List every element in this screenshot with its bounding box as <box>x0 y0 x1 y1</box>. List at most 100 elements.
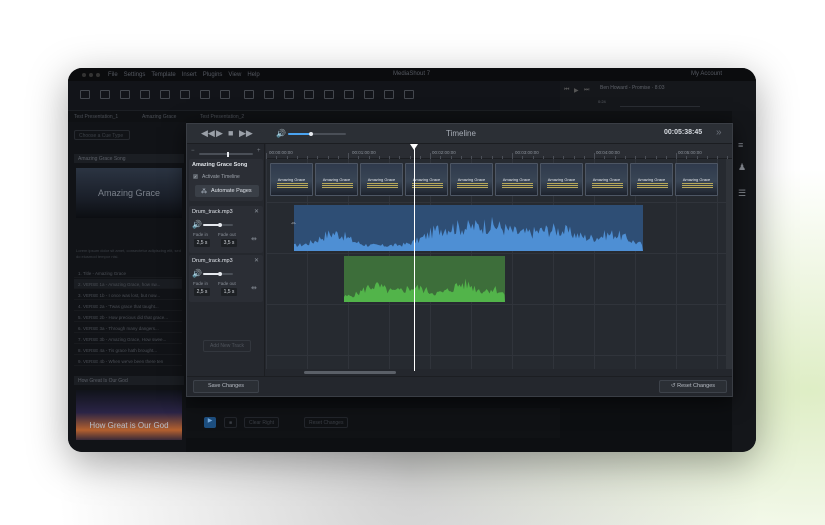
track-volume-icon[interactable]: 🔊 <box>192 269 202 278</box>
slide-thumbnail[interactable]: Amazing Grace <box>450 163 493 196</box>
person-icon[interactable]: ♟ <box>738 162 748 172</box>
track-volume-icon[interactable]: 🔊 <box>192 220 202 229</box>
song-header[interactable]: Amazing Grace Song <box>74 154 184 163</box>
layout-6-icon[interactable] <box>344 90 354 99</box>
layout-5-icon[interactable] <box>324 90 334 99</box>
slide-lyric-line <box>637 183 668 184</box>
layout-2-icon[interactable] <box>264 90 274 99</box>
bottom-reset-button[interactable]: Reset Changes <box>304 417 349 428</box>
slide-thumbnail[interactable]: Amazing Grace <box>315 163 358 196</box>
next-icon[interactable]: ⏭ <box>584 87 589 94</box>
remove-track-icon[interactable]: ✕ <box>254 257 259 264</box>
player-progress[interactable] <box>620 106 700 107</box>
reset-changes-button[interactable]: ↺ Reset Changes <box>659 380 727 393</box>
playhead-handle[interactable] <box>410 144 418 150</box>
master-volume-knob[interactable] <box>309 132 314 136</box>
stop-icon[interactable]: ■ <box>228 128 233 138</box>
save-changes-button[interactable]: Save Changes <box>193 380 259 393</box>
remove-track-icon[interactable]: ✕ <box>254 208 259 215</box>
fade-out-value[interactable]: 1,5 s <box>221 288 237 296</box>
list-item[interactable]: 5. VERSE 2b - How precious did that grac… <box>74 312 182 322</box>
timeline-title: Timeline <box>446 129 476 138</box>
list-item[interactable]: 4. VERSE 2a - 'Twas grace that taught... <box>74 301 182 311</box>
slide-thumbnail[interactable]: Amazing Grace <box>405 163 448 196</box>
clear-right-button[interactable]: Clear Right <box>244 417 280 428</box>
track-volume-knob[interactable] <box>217 223 222 227</box>
tab-song[interactable]: Amazing Grace <box>142 114 176 120</box>
slide-thumbnail[interactable]: Amazing Grace <box>630 163 673 196</box>
list-item[interactable]: 1. Title - Amazing Grace <box>74 268 182 278</box>
horizontal-scrollbar[interactable] <box>304 371 396 374</box>
list-item[interactable]: 9. VERSE 4b - When we've been there ten <box>74 356 182 366</box>
list-item[interactable]: 7. VERSE 3b - Amazing Grace, How swee... <box>74 334 182 344</box>
menu-template[interactable]: Template <box>151 72 175 78</box>
menu-file[interactable]: File <box>108 72 118 78</box>
list-item[interactable]: 2. VERSE 1a - Amazing Grace, how sw... <box>74 279 182 289</box>
mail-icon[interactable] <box>200 90 210 99</box>
list-item[interactable]: 6. VERSE 3a - Through many dangers... <box>74 323 182 333</box>
slide-thumbnail[interactable]: Amazing Grace <box>360 163 403 196</box>
list-item[interactable]: 3. VERSE 1b - I once was lost, but now..… <box>74 290 182 300</box>
time-ruler[interactable]: 00:00:00:00 00:01:00:00 00:02:00:00 00:0… <box>266 144 732 159</box>
menu-plugins[interactable]: Plugins <box>203 72 223 78</box>
resize-handle-icon[interactable]: ⇔ <box>290 220 297 227</box>
track-volume-knob[interactable] <box>217 272 222 276</box>
play-button[interactable]: ▶ <box>204 417 216 428</box>
split-icon[interactable]: ⇹ <box>251 284 257 292</box>
add-track-button[interactable]: Add New Track <box>203 340 251 352</box>
sliders-icon[interactable]: ≡ <box>738 140 748 150</box>
menu-insert[interactable]: Insert <box>182 72 197 78</box>
menu-settings[interactable]: Settings <box>124 72 146 78</box>
slide-thumbnail[interactable]: Amazing Grace <box>270 163 313 196</box>
menu-help[interactable]: Help <box>247 72 259 78</box>
prev-icon[interactable]: ⏮ <box>564 87 569 94</box>
text-icon[interactable] <box>120 90 130 99</box>
volume-icon[interactable]: 🔊 <box>276 129 286 138</box>
fade-in-value[interactable]: 2,5 s <box>194 288 210 296</box>
fade-out-value[interactable]: 3,5 s <box>221 239 237 247</box>
slide-thumbnail[interactable]: Amazing Grace <box>675 163 718 196</box>
vertical-scrollbar[interactable] <box>726 159 732 369</box>
stop-button[interactable]: ■ <box>224 417 238 428</box>
play-icon[interactable]: ▶ <box>216 128 223 139</box>
playhead[interactable] <box>414 145 415 371</box>
audio-clip-1[interactable] <box>294 205 643 251</box>
split-icon[interactable]: ⇹ <box>251 235 257 243</box>
list-item[interactable]: 8. VERSE 4a - Tis grace hath brought... <box>74 345 182 355</box>
song-thumbnail[interactable]: Amazing Grace <box>76 168 182 218</box>
tab-presentation-2[interactable]: Test Presentation_2 <box>200 114 244 120</box>
second-song-header[interactable]: How Great Is Our God <box>74 376 184 385</box>
play-icon[interactable]: ▶ <box>574 87 579 94</box>
account-menu[interactable]: My Account <box>691 71 722 77</box>
fade-in-value[interactable]: 2,5 s <box>194 239 210 247</box>
layout-9-icon[interactable] <box>404 90 414 99</box>
layout-1-icon[interactable] <box>244 90 254 99</box>
layout-7-icon[interactable] <box>364 90 374 99</box>
collapse-icon[interactable]: » <box>716 127 722 138</box>
activate-timeline-checkbox[interactable]: ✓ <box>193 174 198 179</box>
choose-cue-button[interactable]: Choose a Cue Type <box>74 130 130 140</box>
layout-3-icon[interactable] <box>284 90 294 99</box>
layout-8-icon[interactable] <box>384 90 394 99</box>
forward-icon[interactable]: ▶▶ <box>239 128 253 139</box>
automate-pages-button[interactable]: ⁂ Automate Pages <box>195 185 259 197</box>
slides-icon[interactable] <box>160 90 170 99</box>
video-icon[interactable] <box>180 90 190 99</box>
second-song-thumbnail[interactable]: How Great is Our God <box>76 390 182 440</box>
menu-view[interactable]: View <box>228 72 241 78</box>
rewind-icon[interactable]: ◀◀ <box>201 128 215 139</box>
audio-clip-2[interactable] <box>344 256 505 302</box>
timeline-canvas[interactable]: ⇔ Amazing Grace Amazing Grace Amazing Grac… <box>266 159 728 369</box>
layout-4-icon[interactable] <box>304 90 314 99</box>
slide-thumbnail[interactable]: Amazing Grace <box>540 163 583 196</box>
list-icon[interactable]: ☰ <box>738 188 748 198</box>
slide-lyric-line <box>547 187 578 188</box>
slide-thumbnail[interactable]: Amazing Grace <box>585 163 628 196</box>
music-icon[interactable] <box>80 90 90 99</box>
image-icon[interactable] <box>140 90 150 99</box>
tab-presentation-1[interactable]: Test Presentation_1 <box>74 114 118 120</box>
camera-icon[interactable] <box>220 90 230 99</box>
slide-thumbnail[interactable]: Amazing Grace <box>495 163 538 196</box>
scripture-icon[interactable] <box>100 90 110 99</box>
window-controls[interactable] <box>82 72 100 77</box>
